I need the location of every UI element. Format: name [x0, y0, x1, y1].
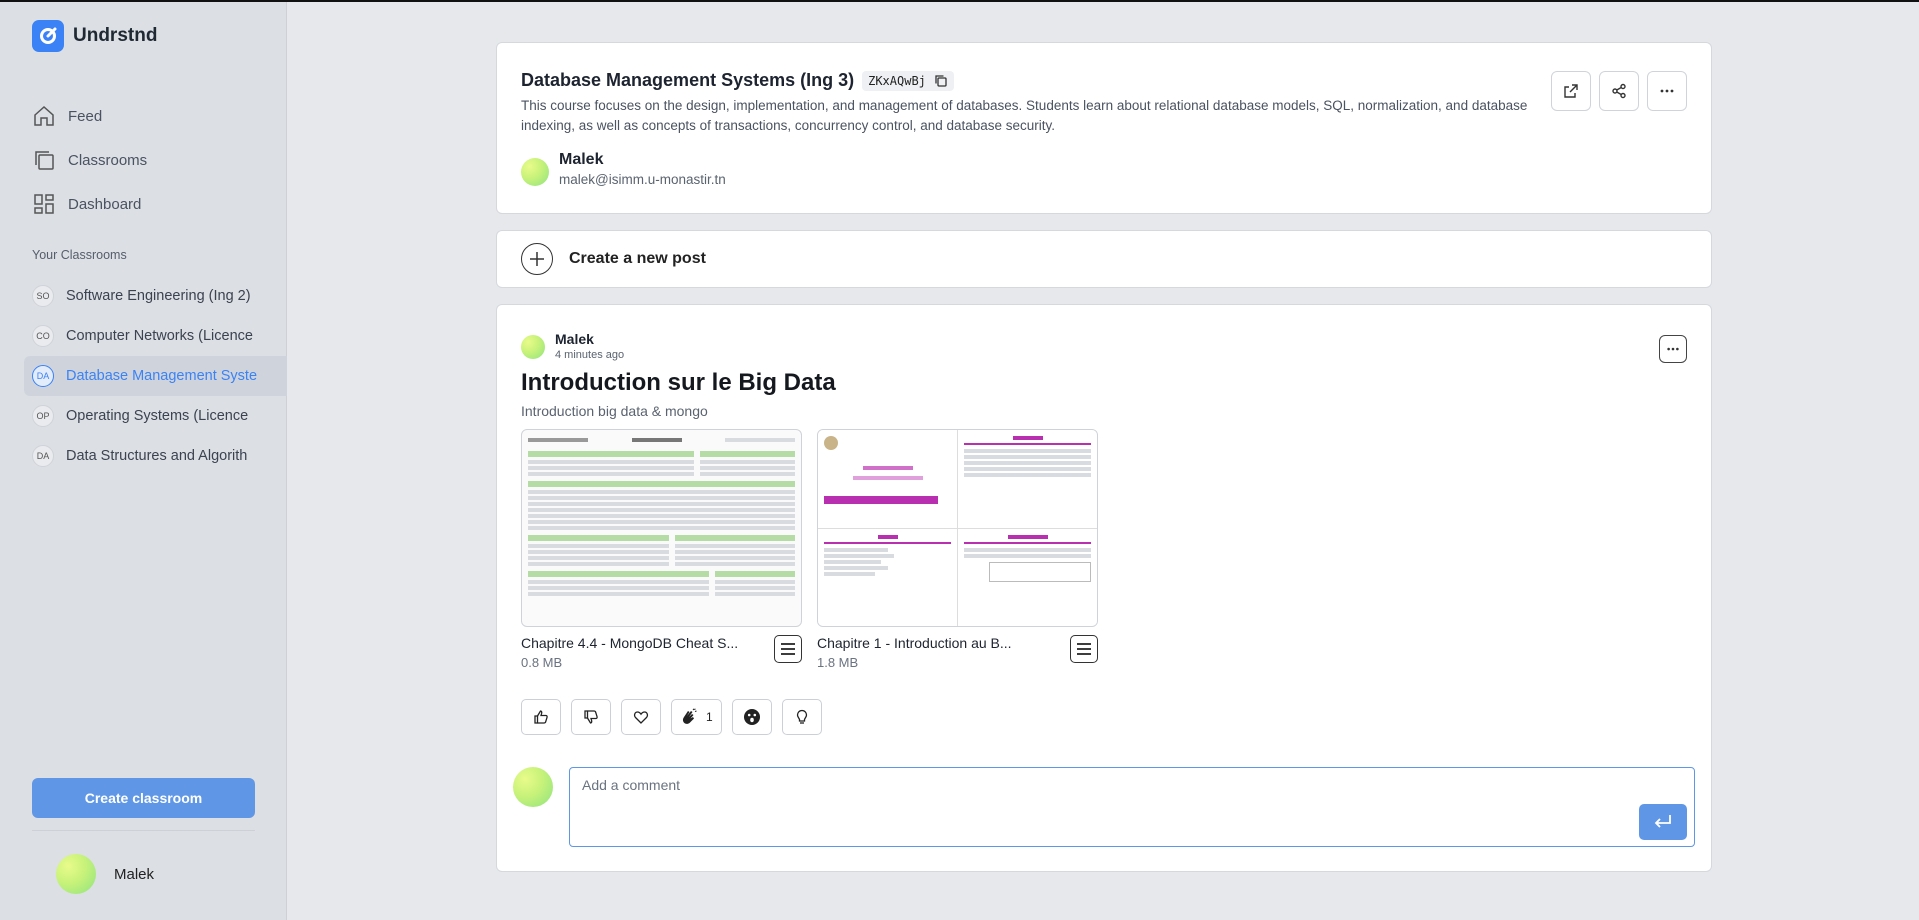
user-profile[interactable]: Malek — [56, 854, 154, 894]
attachment-name[interactable]: Chapitre 4.4 - MongoDB Cheat S... — [521, 635, 746, 651]
post-author: Malek 4 minutes ago — [521, 331, 624, 361]
thumbs-down-icon — [584, 710, 598, 724]
comment-input[interactable] — [582, 777, 1382, 793]
class-code[interactable]: ZKxAQwBj — [862, 70, 954, 91]
classrooms-icon — [35, 151, 54, 170]
main-nav: Feed Classrooms Dashboard — [32, 94, 147, 226]
home-icon — [34, 105, 54, 126]
nav-item-feed[interactable]: Feed — [32, 94, 147, 138]
owner-name: Malek — [559, 151, 604, 168]
dashboard-icon — [34, 194, 54, 214]
nav-item-dashboard[interactable]: Dashboard — [32, 182, 147, 226]
class-badge: SO — [32, 285, 54, 307]
post-timestamp: 4 minutes ago — [555, 349, 625, 361]
share-button[interactable] — [1599, 71, 1639, 111]
course-owner: Malek malek@isimm.u-monastir.tn — [521, 151, 726, 187]
post-card: Malek 4 minutes ago Introduction sur le … — [496, 304, 1712, 872]
sidebar: Undrstnd Feed Classrooms Dashboard Your … — [0, 2, 287, 920]
class-badge: OP — [32, 405, 54, 427]
avatar — [513, 767, 553, 807]
class-name: Database Management Syste — [66, 368, 258, 384]
create-classroom-button[interactable]: Create classroom — [32, 778, 255, 818]
top-border — [0, 0, 1919, 2]
course-title: Database Management Systems (Ing 3) — [521, 70, 855, 90]
sidebar-item-database-management[interactable]: DA Database Management Syste — [24, 356, 287, 396]
plus-icon — [521, 243, 553, 275]
menu-icon — [1077, 643, 1091, 655]
class-badge: DA — [32, 445, 54, 467]
sidebar-item-data-structures[interactable]: DA Data Structures and Algorith — [24, 436, 287, 476]
brand-name: Undrstnd — [73, 25, 158, 46]
brand-logo-icon — [32, 20, 64, 52]
attachment-card[interactable]: Chapitre 1 - Introduction au B... 1.8 MB — [817, 429, 1098, 670]
surprised-face-icon — [743, 709, 760, 725]
nav-item-label: Classrooms — [68, 151, 148, 169]
clap-icon — [682, 708, 697, 724]
class-name: Data Structures and Algorith — [66, 448, 248, 464]
create-post-button[interactable]: Create a new post — [496, 230, 1712, 288]
class-name: Software Engineering (Ing 2) — [66, 288, 251, 304]
more-horizontal-icon — [1660, 89, 1674, 93]
post-author-name: Malek — [555, 331, 594, 347]
class-code-text: ZKxAQwBj — [868, 73, 926, 88]
divider — [32, 830, 255, 831]
copy-icon[interactable] — [934, 74, 948, 88]
share-icon — [1612, 83, 1626, 99]
attachment-thumbnail[interactable] — [521, 429, 802, 627]
attachment-menu-button[interactable] — [1070, 635, 1098, 663]
sidebar-item-computer-networks[interactable]: CO Computer Networks (Licence — [24, 316, 287, 356]
reactions-bar: 1 — [521, 699, 822, 735]
avatar — [521, 335, 545, 359]
attachment-card[interactable]: Chapitre 4.4 - MongoDB Cheat S... 0.8 MB — [521, 429, 802, 670]
your-classrooms-heading: Your Classrooms — [32, 248, 127, 262]
post-description: Introduction big data & mongo — [521, 403, 708, 419]
post-options-button[interactable] — [1659, 335, 1687, 363]
reaction-clap-button[interactable]: 1 — [671, 699, 722, 735]
thumbs-up-icon — [534, 710, 548, 724]
class-badge: DA — [32, 365, 54, 387]
lightbulb-icon — [796, 709, 807, 724]
class-name: Operating Systems (Licence — [66, 408, 249, 424]
brand[interactable]: Undrstnd — [32, 20, 157, 52]
course-description: This course focuses on the design, imple… — [521, 98, 1528, 133]
classroom-list: SO Software Engineering (Ing 2) CO Compu… — [24, 276, 287, 476]
attachment-name[interactable]: Chapitre 1 - Introduction au B... — [817, 635, 1042, 651]
enter-icon — [1654, 815, 1671, 828]
open-external-button[interactable] — [1551, 71, 1591, 111]
avatar — [521, 158, 549, 186]
reaction-count: 1 — [706, 710, 713, 724]
comment-box — [569, 767, 1695, 847]
submit-comment-button[interactable] — [1639, 804, 1687, 840]
menu-icon — [781, 643, 795, 655]
attachment-size: 1.8 MB — [817, 655, 859, 670]
create-post-label: Create a new post — [569, 250, 706, 267]
course-title-row: Database Management Systems (Ing 3) ZKxA… — [521, 70, 954, 91]
avatar — [56, 854, 96, 894]
owner-email: malek@isimm.u-monastir.tn — [559, 172, 726, 187]
external-link-icon — [1564, 84, 1578, 98]
heart-icon — [633, 711, 649, 724]
post-title: Introduction sur le Big Data — [521, 369, 836, 396]
more-options-button[interactable] — [1647, 71, 1687, 111]
attachment-menu-button[interactable] — [774, 635, 802, 663]
attachment-size: 0.8 MB — [521, 655, 563, 670]
reaction-thumbs-down-button[interactable] — [571, 699, 611, 735]
nav-item-classrooms[interactable]: Classrooms — [32, 138, 147, 182]
attachment-thumbnail[interactable] — [817, 429, 1098, 627]
reaction-surprised-button[interactable] — [731, 699, 772, 735]
user-name: Malek — [114, 865, 155, 883]
nav-item-label: Feed — [68, 107, 103, 125]
reaction-heart-button[interactable] — [621, 699, 661, 735]
sidebar-item-software-engineering[interactable]: SO Software Engineering (Ing 2) — [24, 276, 287, 316]
class-badge: CO — [32, 325, 54, 347]
class-name: Computer Networks (Licence — [66, 328, 253, 344]
reaction-lightbulb-button[interactable] — [781, 699, 822, 735]
reaction-thumbs-up-button[interactable] — [521, 699, 561, 735]
course-header-card: Database Management Systems (Ing 3) ZKxA… — [496, 42, 1712, 214]
more-horizontal-icon — [1667, 347, 1679, 351]
nav-item-label: Dashboard — [68, 195, 142, 213]
sidebar-item-operating-systems[interactable]: OP Operating Systems (Licence — [24, 396, 287, 436]
